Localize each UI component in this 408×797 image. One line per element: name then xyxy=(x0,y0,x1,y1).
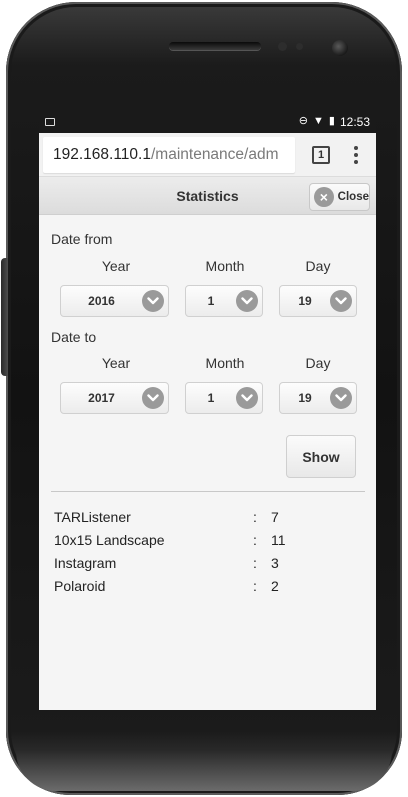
stat-name: 10x15 Landscape xyxy=(54,531,165,548)
date-from-month-value: 1 xyxy=(207,294,215,308)
volume-button xyxy=(1,258,8,376)
stat-separator: : xyxy=(253,508,257,525)
stat-value: 2 xyxy=(271,577,279,594)
date-to-year-value: 2017 xyxy=(88,391,115,405)
stat-separator: : xyxy=(253,554,257,571)
image-notification-icon xyxy=(45,117,55,126)
date-from-month-select[interactable]: 1 xyxy=(185,285,263,317)
statistics-list: TARListener : 7 10x15 Landscape : 11 Ins… xyxy=(54,505,354,597)
date-from-month-label: Month xyxy=(205,258,245,274)
date-to-day-value: 19 xyxy=(298,391,312,405)
date-from-day-select[interactable]: 19 xyxy=(279,285,357,317)
browser-toolbar: 192.168.110.1/maintenance/adm 1 xyxy=(39,133,376,177)
stat-value: 7 xyxy=(271,508,279,525)
overflow-menu-icon[interactable] xyxy=(354,145,358,164)
date-to-month-select[interactable]: 1 xyxy=(185,382,263,414)
status-time: 12:53 xyxy=(339,114,370,129)
proximity-sensor xyxy=(278,42,287,51)
stat-name: TARListener xyxy=(54,508,131,525)
stat-value: 3 xyxy=(271,554,279,571)
chevron-down-icon xyxy=(142,387,164,409)
date-from-label: Date from xyxy=(51,231,113,247)
chevron-down-icon xyxy=(236,387,258,409)
chevron-down-icon xyxy=(236,290,258,312)
wifi-icon: ▼ xyxy=(313,115,324,127)
date-to-label: Date to xyxy=(51,329,97,345)
date-from-day-label: Day xyxy=(305,258,331,274)
stat-separator: : xyxy=(253,577,257,594)
date-to-year-label: Year xyxy=(101,355,131,371)
status-icons: ⊖ ▼ ▮ 12:53 xyxy=(299,115,370,129)
list-item: 10x15 Landscape : 11 xyxy=(54,528,354,551)
date-from-day-value: 19 xyxy=(298,294,312,308)
earpiece-speaker xyxy=(169,42,261,50)
battery-icon: ▮ xyxy=(328,115,335,127)
front-camera xyxy=(332,40,348,56)
divider xyxy=(51,491,365,492)
light-sensor xyxy=(296,43,303,50)
status-bar: ⊖ ▼ ▮ 12:53 xyxy=(39,110,376,133)
date-to-year-select[interactable]: 2017 xyxy=(60,382,169,414)
list-item: Instagram : 3 xyxy=(54,551,354,574)
date-to-month-label: Month xyxy=(205,355,245,371)
tab-switcher-button[interactable]: 1 xyxy=(312,145,330,164)
phone-bottom-rim xyxy=(16,751,392,791)
chevron-down-icon xyxy=(330,290,352,312)
url-host: 192.168.110.1 xyxy=(53,145,151,163)
stat-name: Polaroid xyxy=(54,577,106,594)
page-title: Statistics xyxy=(176,187,239,204)
close-label: Close xyxy=(337,191,369,203)
chevron-down-icon xyxy=(330,387,352,409)
date-to-day-label: Day xyxy=(305,355,331,371)
date-from-year-value: 2016 xyxy=(88,294,115,308)
stat-value: 11 xyxy=(271,531,286,548)
page-header: Statistics × Close xyxy=(39,177,376,215)
date-to-day-select[interactable]: 19 xyxy=(279,382,357,414)
phone-screen: ⊖ ▼ ▮ 12:53 192.168.110.1/maintenance/ad… xyxy=(39,110,376,710)
close-button[interactable]: × Close xyxy=(309,183,370,211)
stat-name: Instagram xyxy=(54,554,117,571)
dnd-icon: ⊖ xyxy=(298,115,309,127)
close-icon: × xyxy=(314,187,334,207)
list-item: Polaroid : 2 xyxy=(54,574,354,597)
url-field[interactable]: 192.168.110.1/maintenance/adm xyxy=(43,136,295,173)
stat-separator: : xyxy=(253,531,257,548)
date-from-year-label: Year xyxy=(101,258,131,274)
chevron-down-icon xyxy=(142,290,164,312)
show-button[interactable]: Show xyxy=(286,435,356,478)
date-to-month-value: 1 xyxy=(207,391,215,405)
list-item: TARListener : 7 xyxy=(54,505,354,528)
url-path: /maintenance/adm xyxy=(150,145,279,163)
date-from-year-select[interactable]: 2016 xyxy=(60,285,169,317)
